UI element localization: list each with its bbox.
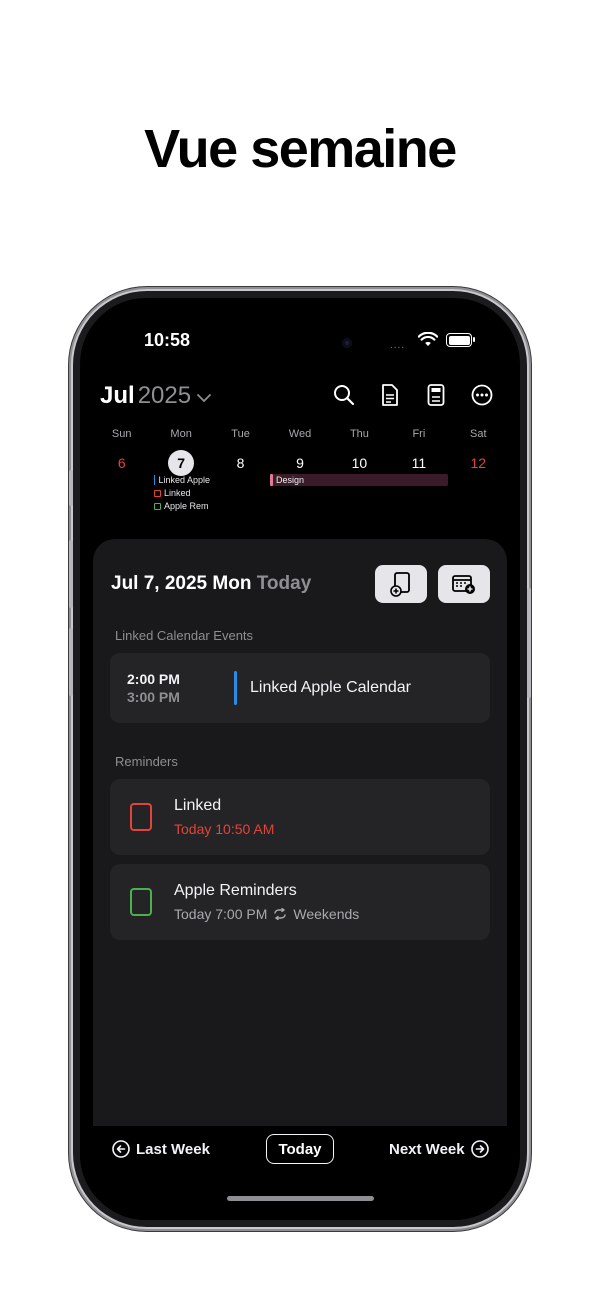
reminder-checkbox[interactable] bbox=[130, 803, 152, 831]
reminder-checkbox-icon bbox=[154, 502, 161, 510]
mini-reminder-linked[interactable]: Linked bbox=[154, 488, 210, 498]
day-detail-sheet: Jul 7, 2025 Mon Today Linked Calendar Ev… bbox=[93, 539, 507, 1139]
day-number: 6 bbox=[117, 455, 126, 471]
month-year-picker[interactable]: Jul 2025 bbox=[100, 382, 211, 410]
add-note-icon bbox=[390, 572, 410, 597]
arrow-right-circle-icon bbox=[470, 1140, 489, 1158]
day-number: 11 bbox=[411, 455, 427, 471]
day-column-mon[interactable]: Mon 7 bbox=[151, 428, 210, 476]
add-event-button[interactable] bbox=[438, 565, 490, 603]
day-number-selected: 7 bbox=[151, 450, 210, 476]
calculator-icon[interactable] bbox=[424, 383, 448, 407]
header-toolbar bbox=[332, 383, 494, 407]
home-indicator[interactable] bbox=[227, 1196, 374, 1201]
search-icon[interactable] bbox=[332, 383, 356, 407]
reminder-due: Today 7:00 PM Weekends bbox=[174, 906, 360, 922]
event-title: Linked Apple Calendar bbox=[250, 679, 412, 696]
wifi-icon bbox=[418, 332, 438, 346]
action-button bbox=[69, 470, 73, 506]
day-column-tue[interactable]: Tue 8 bbox=[211, 428, 270, 476]
year-label: 2025 bbox=[137, 382, 192, 409]
event-start-time: 2:00 PM bbox=[127, 671, 180, 687]
day-column-thu[interactable]: Thu 10 bbox=[330, 428, 389, 476]
day-number: 9 bbox=[296, 455, 304, 471]
day-column-sun[interactable]: Sun 6 bbox=[92, 428, 151, 476]
weekday-label: Mon bbox=[170, 428, 192, 440]
weekday-label: Sun bbox=[111, 428, 132, 440]
repeat-icon bbox=[274, 908, 287, 920]
camera-dot bbox=[342, 338, 352, 348]
multi-day-event-design[interactable]: Design bbox=[270, 474, 448, 486]
week-strip: Sun 6 Mon 7 Tue 8 Wed 9 Thu 10 Fri 11 Sat 12 bbox=[92, 428, 508, 476]
reminder-card[interactable]: Apple Reminders Today 7:00 PM Weekends bbox=[110, 864, 490, 940]
reminder-checkbox-icon bbox=[154, 489, 161, 497]
add-note-button[interactable] bbox=[375, 565, 427, 603]
document-icon[interactable] bbox=[378, 383, 402, 407]
month-label: Jul bbox=[100, 382, 135, 409]
event-color-bar bbox=[234, 671, 237, 705]
bottom-nav-bar: Last Week Today Next Week bbox=[80, 1126, 520, 1220]
arrow-left-circle-icon bbox=[112, 1140, 130, 1158]
reminders-heading: Reminders bbox=[115, 754, 178, 769]
battery-icon bbox=[446, 333, 475, 347]
headline: Vue semaine bbox=[144, 119, 457, 179]
phone-screen: 10:58 .... Jul 2025 Sun 6 Mon 7 Tue 8 We… bbox=[80, 298, 520, 1220]
weekday-label: Wed bbox=[288, 428, 312, 440]
reminder-title: Linked bbox=[174, 797, 222, 814]
event-end-time: 3:00 PM bbox=[127, 689, 180, 705]
day-number: 10 bbox=[351, 455, 368, 471]
last-week-button[interactable]: Last Week bbox=[112, 1140, 210, 1158]
reminder-checkbox[interactable] bbox=[130, 888, 152, 916]
weekday-label: Thu bbox=[349, 428, 369, 440]
today-button[interactable]: Today bbox=[266, 1134, 334, 1164]
event-title: Design bbox=[276, 475, 305, 485]
volume-down-button bbox=[69, 628, 73, 696]
mini-event-linked-apple[interactable]: Linked Apple bbox=[154, 475, 210, 485]
volume-up-button bbox=[69, 540, 73, 608]
event-card[interactable]: 2:00 PM 3:00 PM Linked Apple Calendar bbox=[110, 653, 490, 723]
selected-date-title: Jul 7, 2025 Mon Today bbox=[111, 573, 312, 594]
day-column-wed[interactable]: Wed 9 bbox=[270, 428, 329, 476]
status-time: 10:58 bbox=[144, 330, 191, 350]
day-column-sat[interactable]: Sat 12 bbox=[449, 428, 508, 476]
status-icons bbox=[418, 332, 475, 348]
linked-events-heading: Linked Calendar Events bbox=[115, 628, 254, 643]
mini-reminder-apple[interactable]: Apple Rem bbox=[154, 501, 210, 511]
event-color-bar bbox=[154, 475, 156, 485]
more-icon[interactable] bbox=[470, 383, 494, 407]
weekday-label: Tue bbox=[231, 428, 250, 440]
power-button bbox=[527, 588, 531, 698]
event-color-bar bbox=[270, 474, 273, 486]
day-column-fri[interactable]: Fri 11 bbox=[389, 428, 448, 476]
next-week-button[interactable]: Next Week bbox=[389, 1140, 489, 1158]
today-indicator: Today bbox=[256, 573, 312, 594]
day-number: 12 bbox=[470, 455, 487, 471]
reminder-due: Today 10:50 AM bbox=[174, 821, 275, 837]
weekday-label: Sat bbox=[470, 428, 487, 440]
chevron-down-icon bbox=[197, 390, 211, 406]
weekday-label: Fri bbox=[412, 428, 426, 440]
reminder-card[interactable]: Linked Today 10:50 AM bbox=[110, 779, 490, 855]
day-number: 8 bbox=[236, 455, 245, 471]
reminder-title: Apple Reminders bbox=[174, 882, 297, 899]
add-calendar-icon bbox=[452, 575, 475, 594]
signal-dots: .... bbox=[390, 340, 406, 351]
